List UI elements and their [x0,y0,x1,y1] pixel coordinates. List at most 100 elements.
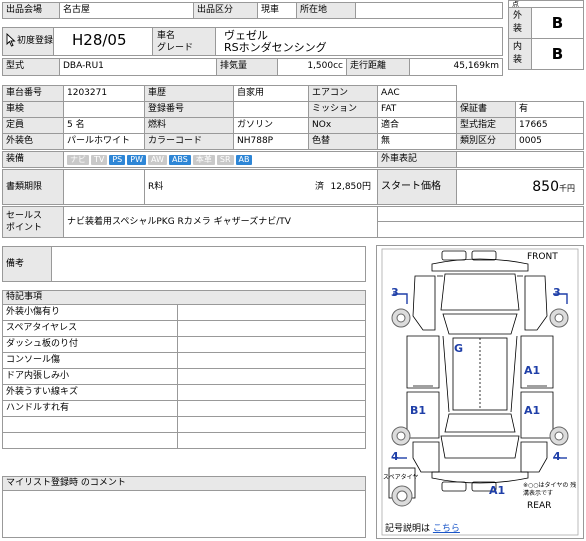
model-type-label: 型式 [2,58,60,76]
use-type: 自家用 [233,85,309,102]
equip-pw: PW [127,155,146,165]
capacity-value: 5 名 [63,117,145,134]
chassis-label: 車台番号 [2,85,64,102]
pointer-icon [6,32,16,47]
special-item: 外装小傷有り [2,304,178,321]
car-grade: RSホンダセンシング [224,41,327,54]
type-designation-label: 型式指定 [456,117,516,134]
class-label: 類別区分 [456,133,516,150]
repaint-label: 色替 [308,133,378,150]
color-code: NH788P [233,133,309,150]
damage-mark: 3 [391,286,399,299]
equip-tv: TV [91,155,108,165]
sales-point-text: ナビ装着用スペシャルPKG Rカメラ ギャザーズナビ/TV [63,206,378,238]
displacement: 1,500cc [277,58,347,76]
start-price: 850 [532,179,559,195]
docs-value [63,169,145,205]
special-label: 特記事項 [2,290,366,305]
sales-extra-1 [377,206,584,222]
car-name-label: 車名 [157,31,176,41]
capacity-label: 定員 [2,117,64,134]
special-item-blank [177,368,366,385]
fuel-value: ガソリン [233,117,309,134]
regno-value [233,101,309,118]
equip-ab: AB [235,155,253,165]
damage-mark: A1 [524,404,541,417]
special-item: スペアタイヤレス [2,320,178,337]
special-item: コンソール傷 [2,352,178,369]
special-item-blank [177,320,366,337]
color-label: 外装色 [2,133,64,150]
special-item-blank [177,432,366,449]
special-item-blank [177,304,366,321]
legend-link[interactable]: こちら [433,524,460,534]
chassis-number: 1203271 [63,85,145,102]
ac-value: AAC [377,85,457,102]
equip-aw: AW [148,155,167,165]
displacement-label: 排気量 [216,58,278,76]
special-item: 外装うすい線キズ [2,384,178,401]
sales-label-2: ポイント [6,223,43,233]
start-price-unit: 千円 [559,184,575,193]
name-grade-labels: 車名 グレード [152,27,216,56]
mission-label: ミッション [308,101,378,118]
inspection-label: 車検 [2,101,64,118]
mileage-label: 走行距離 [346,58,410,76]
special-item: ドア内張しみ小 [2,368,178,385]
exterior-label: 外装 [508,7,532,39]
front-label: FRONT [527,252,558,262]
equip-navi: ナビ [67,155,89,165]
exterior-grade: B [531,7,584,39]
spare-tire-label: スペアタイヤ [383,474,419,481]
mylist-comment[interactable] [2,490,366,538]
category-label: 出品区分 [193,2,258,19]
r-fee-label: R料 [148,182,164,192]
foreign-value [456,151,584,168]
regno-label: 登録番号 [144,101,234,118]
equip-ps: PS [109,155,126,165]
foreign-label: 外車表記 [377,151,457,168]
sales-extra-2 [377,221,584,238]
nox-fit: 適合 [377,117,457,134]
ac-label: エアコン [308,85,378,102]
equip-sr: SR [216,155,234,165]
class-value: 0005 [515,133,584,150]
damage-mark: A1 [489,484,506,497]
name-grade-values: ヴェゼル RSホンダセンシング [215,27,503,56]
special-item [2,416,178,433]
grade-label: グレード [157,43,194,53]
docs-label: 書類期限 [2,169,64,205]
damage-mark: A1 [524,364,541,377]
location-value [355,2,503,19]
warranty-value: 有 [515,101,584,118]
color-value: パールホワイト [63,133,145,150]
equip-badges: ナビ TV PS PW AW ABS 本革 SR AB [63,151,378,168]
special-item: ハンドルすれ有 [2,400,178,417]
mission-value: FAT [377,101,457,118]
special-item-blank [177,400,366,417]
color-code-label: カラーコード [144,133,234,150]
damage-mark: 4 [391,450,399,463]
damage-mark: B1 [410,404,427,417]
special-item [2,432,178,449]
notes-value [51,246,366,282]
type-designation: 17665 [515,117,584,134]
special-item-blank [177,416,366,433]
category-value: 現車 [257,2,297,19]
first-reg-year: H28/05 [53,27,153,56]
nox-label: NOx [308,117,378,134]
warranty-label: 保証書 [456,101,516,118]
special-item-blank [177,352,366,369]
sales-point-label: セールス ポイント [2,206,64,238]
r-fee-value: 12,850円 [330,182,372,192]
model-type: DBA-RU1 [59,58,217,76]
legend-label: 記号説明は [385,524,431,534]
damage-mark: G [454,342,464,355]
venue-value: 名古屋 [59,2,194,19]
fuel-label: 燃料 [144,117,234,134]
r-fee-status: 済 [315,182,325,192]
start-price-label: スタート価格 [377,169,457,205]
rear-label: REAR [527,501,552,511]
venue-label: 出品会場 [2,2,60,19]
interior-label: 内装 [508,38,532,70]
